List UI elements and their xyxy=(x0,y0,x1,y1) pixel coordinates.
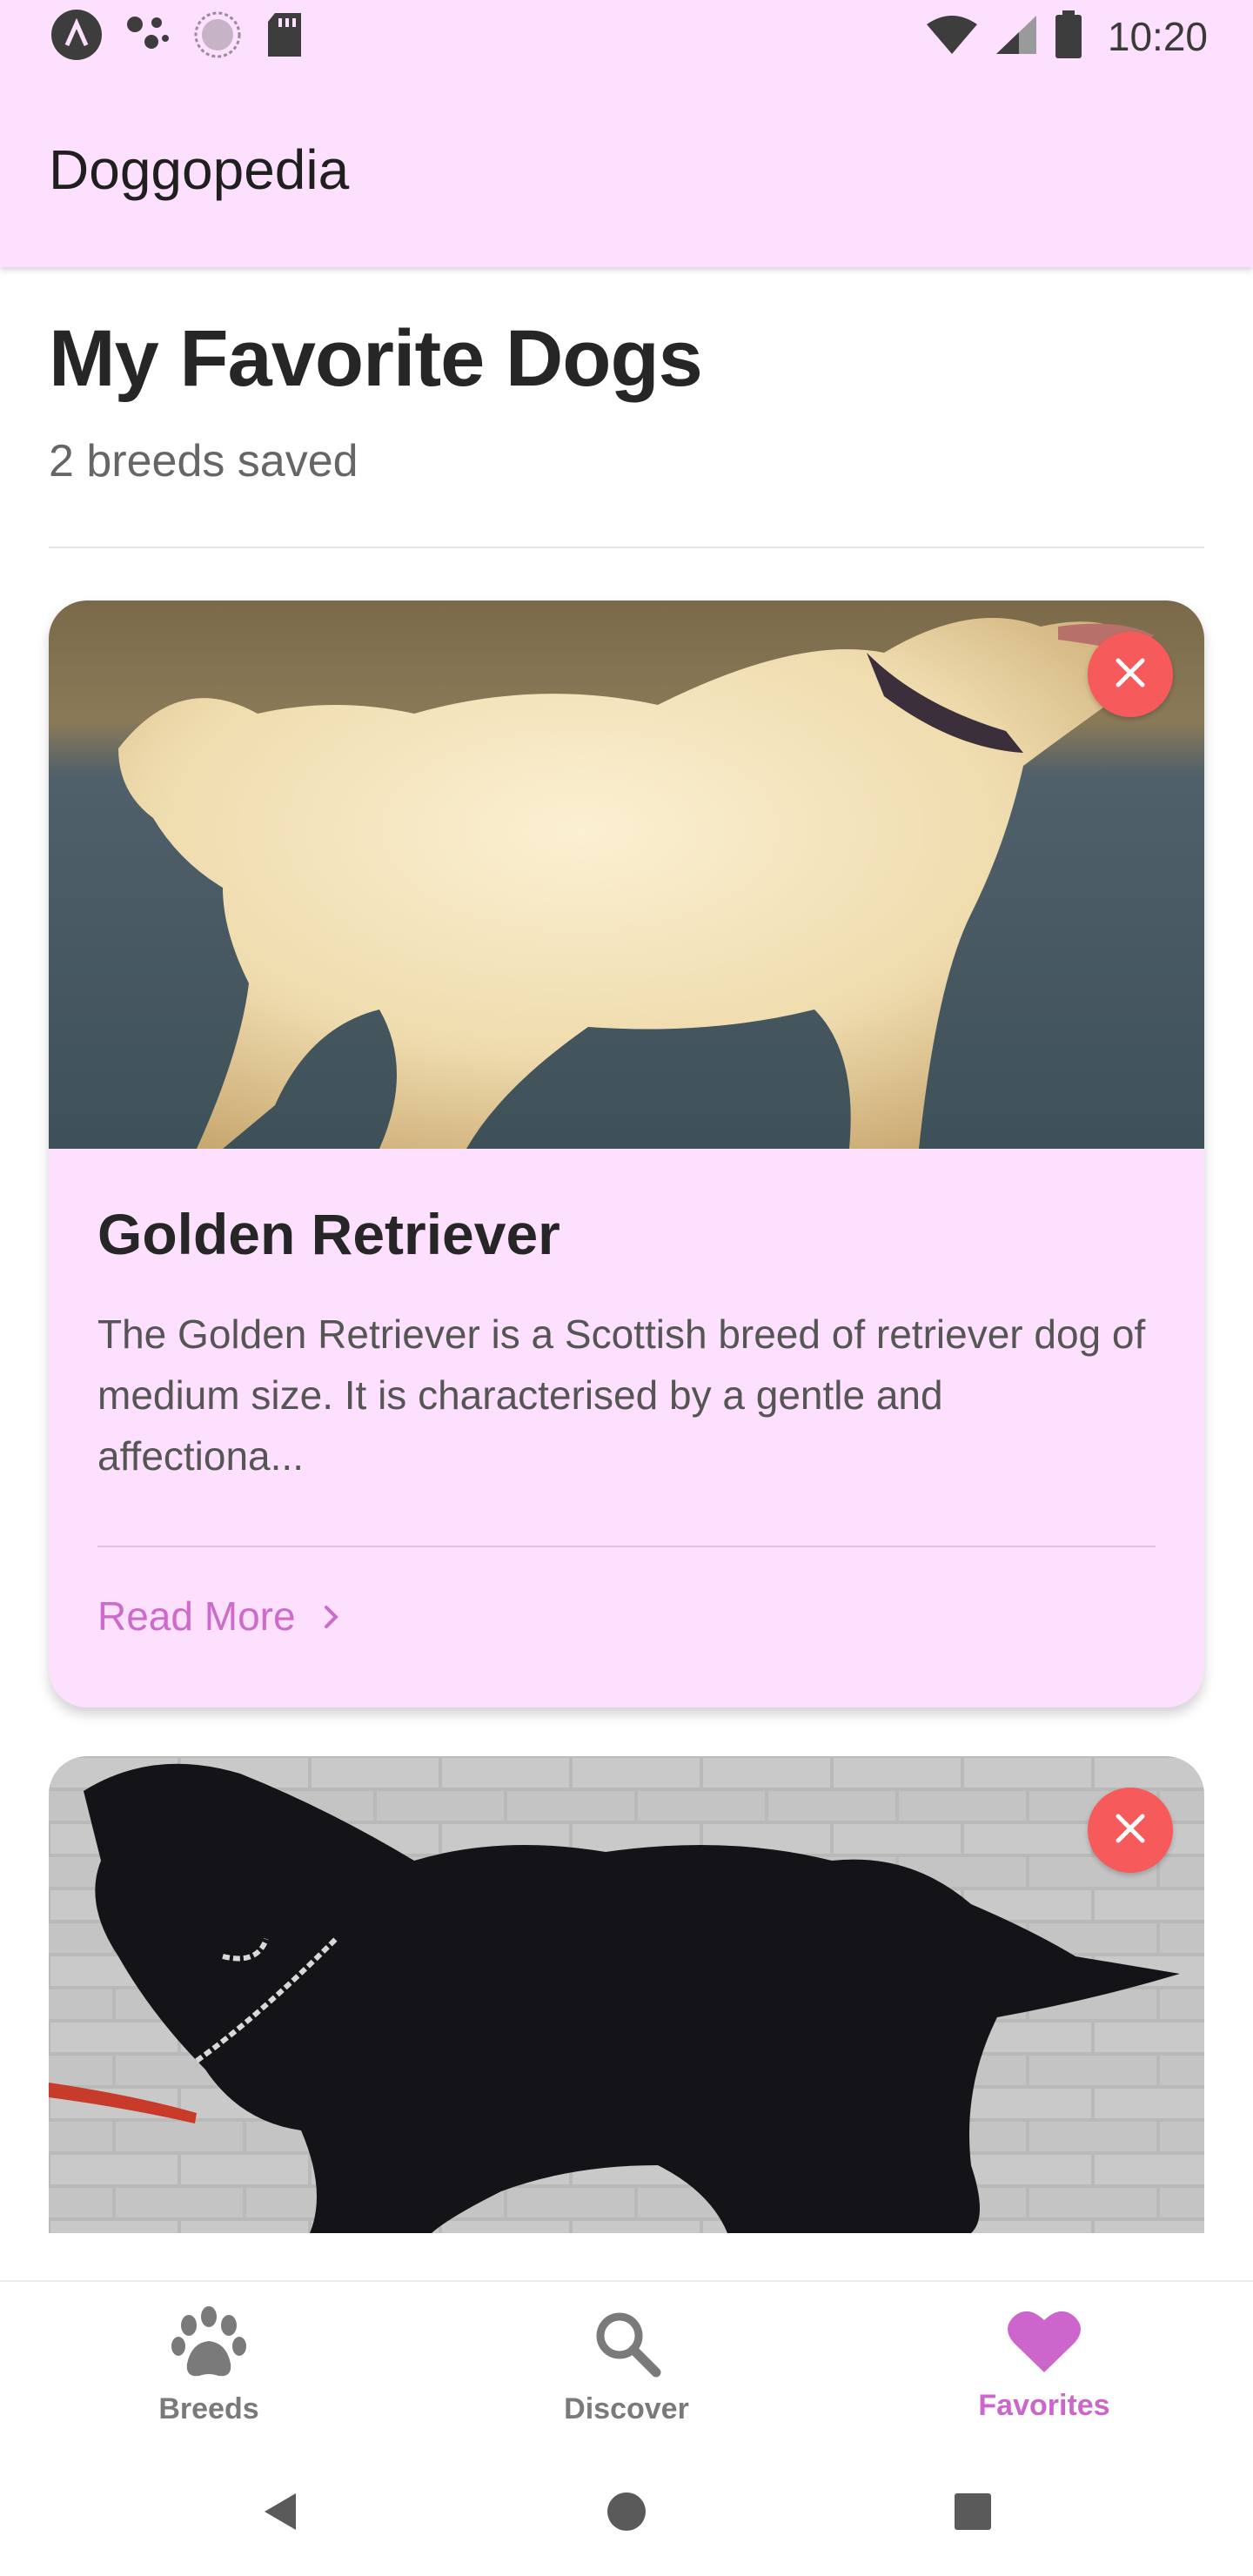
sd-card-icon xyxy=(265,11,305,63)
card-divider xyxy=(97,1546,1156,1547)
close-icon xyxy=(1113,655,1148,694)
chevron-right-icon xyxy=(322,1593,341,1640)
nav-breeds[interactable]: Breeds xyxy=(0,2282,418,2454)
app-header: 10:20 Doggopedia xyxy=(0,0,1253,267)
black-dog-photo xyxy=(49,1756,1204,2233)
page-title: My Favorite Dogs xyxy=(49,314,703,403)
dots-icon xyxy=(125,12,171,62)
back-button[interactable] xyxy=(252,2485,308,2541)
home-circle-icon xyxy=(606,2491,647,2537)
nav-label-favorites: Favorites xyxy=(978,2389,1110,2422)
recents-square-icon xyxy=(954,2492,992,2535)
read-more-label: Read More xyxy=(97,1593,296,1639)
remove-favorite-button[interactable] xyxy=(1088,632,1173,717)
status-bar-left xyxy=(50,9,305,64)
golden-retriever-photo xyxy=(49,600,1204,1149)
battery-icon xyxy=(1054,10,1083,64)
home-button[interactable] xyxy=(599,2485,654,2541)
breed-name: Golden Retriever xyxy=(97,1202,560,1266)
card-body: Golden Retriever The Golden Retriever is… xyxy=(97,1201,1156,1486)
search-icon xyxy=(590,2306,663,2384)
bottom-navigation: Breeds Discover Favorites xyxy=(0,2280,1253,2454)
status-bar-right: 10:20 xyxy=(925,9,1208,64)
recents-button[interactable] xyxy=(945,2485,1001,2541)
saved-count: 2 breeds saved xyxy=(49,436,358,486)
header-divider xyxy=(49,547,1204,548)
app-title: Doggopedia xyxy=(49,138,350,201)
signal-icon xyxy=(995,14,1038,60)
nav-discover[interactable]: Discover xyxy=(418,2282,835,2454)
heart-icon xyxy=(1007,2306,1082,2380)
system-navigation xyxy=(0,2454,1253,2576)
status-time: 10:20 xyxy=(1107,14,1208,59)
nav-label-discover: Discover xyxy=(564,2392,689,2425)
wifi-icon xyxy=(925,14,979,60)
breed-description: The Golden Retriever is a Scottish breed… xyxy=(97,1311,1146,1479)
nav-label-breeds: Breeds xyxy=(158,2392,259,2425)
remove-favorite-button[interactable] xyxy=(1088,1788,1173,1873)
close-icon xyxy=(1113,1811,1148,1850)
read-more-link[interactable]: Read More xyxy=(97,1593,341,1640)
favorite-card[interactable] xyxy=(49,1756,1204,2233)
favorite-card[interactable]: Golden Retriever The Golden Retriever is… xyxy=(49,600,1204,1707)
paw-icon xyxy=(170,2306,248,2384)
back-triangle-icon xyxy=(261,2492,299,2536)
app-a-icon xyxy=(50,9,103,65)
circle-dots-icon xyxy=(193,10,242,64)
nav-favorites[interactable]: Favorites xyxy=(835,2282,1253,2454)
